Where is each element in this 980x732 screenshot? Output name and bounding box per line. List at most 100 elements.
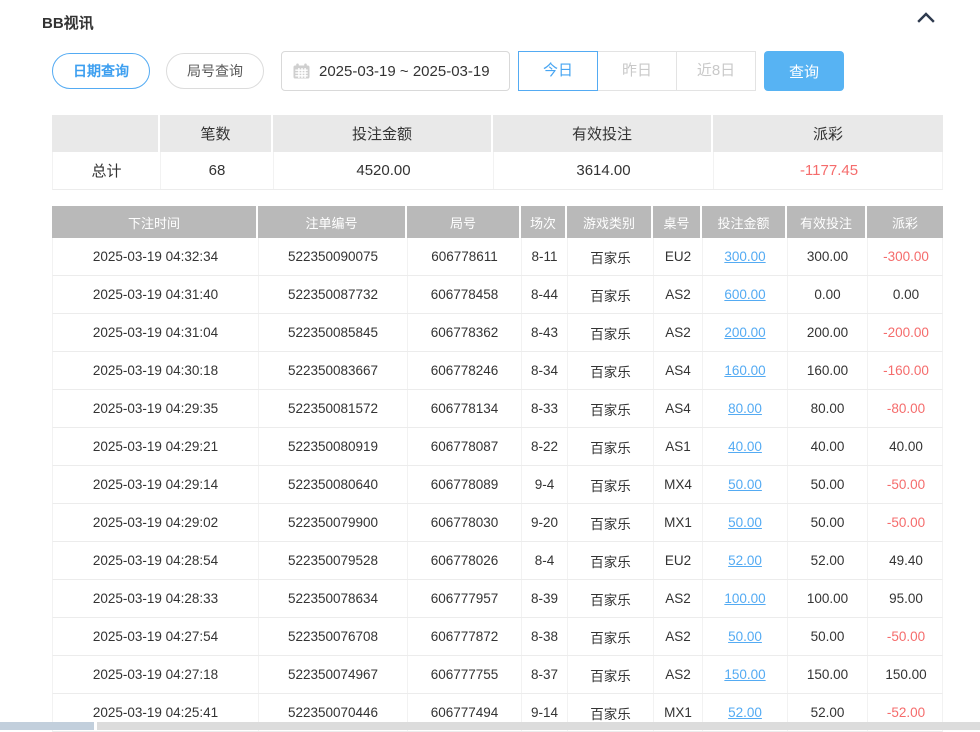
cell-order-id: 522350079900	[259, 504, 408, 541]
filter-toolbar: 日期查询 局号查询 2025-03-19 ~ 2025-03-19 今日 昨日 …	[52, 51, 844, 91]
bet-amount-link[interactable]: 40.00	[728, 439, 762, 454]
bet-amount-link[interactable]: 50.00	[728, 515, 762, 530]
horizontal-scrollbar[interactable]	[0, 722, 980, 730]
cell-order-id: 522350080640	[259, 466, 408, 503]
round-query-tab[interactable]: 局号查询	[166, 53, 264, 89]
cell-payout: 0.00	[868, 276, 944, 313]
cell-game-type: 百家乐	[568, 580, 654, 617]
bet-records-table: 下注时间 注单编号 局号 场次 游戏类别 桌号 投注金额 有效投注 派彩 202…	[52, 206, 943, 732]
horizontal-scrollbar-thumb[interactable]	[0, 722, 97, 730]
cell-payout: -50.00	[868, 618, 944, 655]
date-query-tab[interactable]: 日期查询	[52, 53, 150, 89]
cell-order-id: 522350076708	[259, 618, 408, 655]
summary-header-payout: 派彩	[713, 115, 943, 152]
column-header-session: 场次	[521, 206, 567, 238]
bet-amount-link[interactable]: 52.00	[728, 553, 762, 568]
quick-range-today[interactable]: 今日	[518, 51, 598, 91]
cell-payout: -160.00	[868, 352, 944, 389]
column-header-order-id: 注单编号	[258, 206, 407, 238]
cell-bet-amount: 52.00	[703, 542, 788, 579]
cell-round-id: 606777872	[408, 618, 522, 655]
cell-session: 9-20	[522, 504, 568, 541]
cell-valid-bet: 160.00	[788, 352, 868, 389]
bet-amount-link[interactable]: 80.00	[728, 401, 762, 416]
table-row: 2025-03-19 04:29:14522350080640606778089…	[52, 466, 943, 504]
cell-valid-bet: 300.00	[788, 238, 868, 275]
cell-order-id: 522350085845	[259, 314, 408, 351]
cell-order-id: 522350083667	[259, 352, 408, 389]
quick-range-last8days[interactable]: 近8日	[676, 51, 756, 91]
cell-bet-amount: 40.00	[703, 428, 788, 465]
cell-valid-bet: 50.00	[788, 618, 868, 655]
summary-header-bet-amount: 投注金额	[273, 115, 493, 152]
cell-bet-time: 2025-03-19 04:28:54	[53, 542, 259, 579]
column-header-game-type: 游戏类别	[567, 206, 653, 238]
bet-amount-link[interactable]: 600.00	[724, 287, 765, 302]
bet-amount-link[interactable]: 150.00	[724, 667, 765, 682]
collapse-panel-button[interactable]	[916, 8, 936, 26]
bet-amount-link[interactable]: 100.00	[724, 591, 765, 606]
chevron-up-icon	[917, 12, 935, 23]
date-range-input[interactable]: 2025-03-19 ~ 2025-03-19	[281, 51, 510, 91]
cell-valid-bet: 50.00	[788, 466, 868, 503]
summary-payout-value: -1177.45	[714, 152, 944, 189]
summary-bet-amount-value: 4520.00	[274, 152, 494, 189]
cell-payout: -300.00	[868, 238, 944, 275]
table-row: 2025-03-19 04:28:54522350079528606778026…	[52, 542, 943, 580]
bet-amount-link[interactable]: 160.00	[724, 363, 765, 378]
cell-bet-time: 2025-03-19 04:27:54	[53, 618, 259, 655]
table-row: 2025-03-19 04:31:40522350087732606778458…	[52, 276, 943, 314]
cell-session: 8-22	[522, 428, 568, 465]
summary-header-empty	[52, 115, 160, 152]
cell-bet-time: 2025-03-19 04:29:21	[53, 428, 259, 465]
summary-valid-bet-value: 3614.00	[494, 152, 714, 189]
cell-game-type: 百家乐	[568, 238, 654, 275]
cell-round-id: 606778362	[408, 314, 522, 351]
cell-bet-amount: 80.00	[703, 390, 788, 427]
cell-bet-amount: 50.00	[703, 618, 788, 655]
cell-table-no: MX1	[654, 504, 703, 541]
cell-round-id: 606777957	[408, 580, 522, 617]
cell-bet-time: 2025-03-19 04:31:04	[53, 314, 259, 351]
bet-amount-link[interactable]: 52.00	[728, 705, 762, 720]
cell-bet-amount: 50.00	[703, 466, 788, 503]
cell-table-no: AS2	[654, 276, 703, 313]
cell-valid-bet: 40.00	[788, 428, 868, 465]
cell-table-no: EU2	[654, 238, 703, 275]
cell-round-id: 606778134	[408, 390, 522, 427]
cell-payout: 49.40	[868, 542, 944, 579]
cell-order-id: 522350079528	[259, 542, 408, 579]
table-row: 2025-03-19 04:31:04522350085845606778362…	[52, 314, 943, 352]
cell-table-no: AS4	[654, 390, 703, 427]
cell-table-no: AS2	[654, 580, 703, 617]
cell-session: 8-33	[522, 390, 568, 427]
cell-round-id: 606778087	[408, 428, 522, 465]
cell-order-id: 522350081572	[259, 390, 408, 427]
table-row: 2025-03-19 04:27:18522350074967606777755…	[52, 656, 943, 694]
cell-session: 8-39	[522, 580, 568, 617]
bet-amount-link[interactable]: 50.00	[728, 629, 762, 644]
cell-game-type: 百家乐	[568, 276, 654, 313]
table-row: 2025-03-19 04:29:02522350079900606778030…	[52, 504, 943, 542]
bet-amount-link[interactable]: 300.00	[724, 249, 765, 264]
search-button[interactable]: 查询	[764, 51, 844, 91]
cell-valid-bet: 80.00	[788, 390, 868, 427]
cell-order-id: 522350080919	[259, 428, 408, 465]
cell-session: 8-43	[522, 314, 568, 351]
cell-valid-bet: 200.00	[788, 314, 868, 351]
summary-count-value: 68	[161, 152, 274, 189]
quick-range-yesterday[interactable]: 昨日	[597, 51, 677, 91]
cell-valid-bet: 50.00	[788, 504, 868, 541]
cell-session: 8-44	[522, 276, 568, 313]
summary-total-label: 总计	[53, 152, 161, 189]
cell-bet-amount: 50.00	[703, 504, 788, 541]
cell-bet-time: 2025-03-19 04:29:35	[53, 390, 259, 427]
cell-bet-amount: 160.00	[703, 352, 788, 389]
cell-table-no: AS2	[654, 618, 703, 655]
bet-amount-link[interactable]: 200.00	[724, 325, 765, 340]
cell-payout: 150.00	[868, 656, 944, 693]
table-row: 2025-03-19 04:32:34522350090075606778611…	[52, 238, 943, 276]
bet-amount-link[interactable]: 50.00	[728, 477, 762, 492]
cell-bet-time: 2025-03-19 04:32:34	[53, 238, 259, 275]
cell-bet-amount: 100.00	[703, 580, 788, 617]
